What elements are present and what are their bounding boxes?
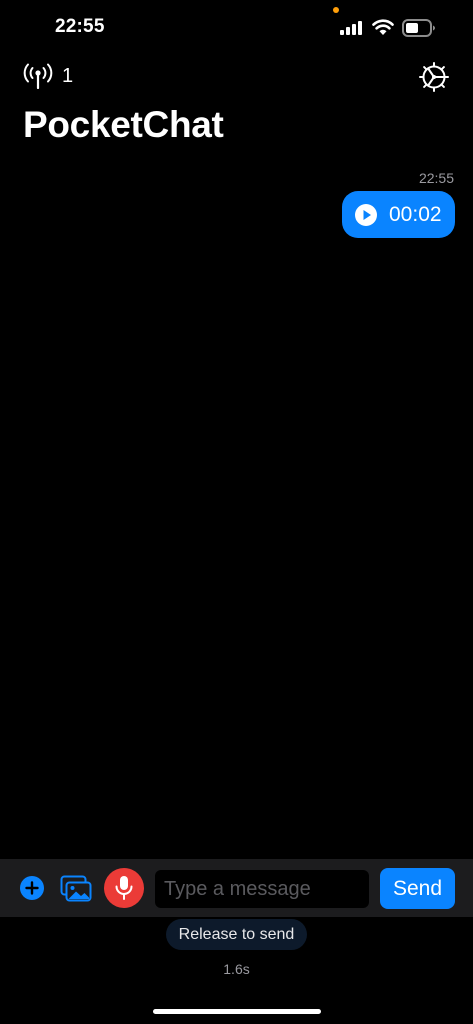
- battery-icon: [402, 19, 435, 37]
- app-title: PocketChat: [23, 104, 224, 145]
- gear-icon[interactable]: [418, 61, 450, 93]
- message-timestamp: 22:55: [418, 170, 454, 186]
- send-button[interactable]: Send: [380, 868, 455, 909]
- privacy-indicator-dot: [333, 7, 339, 13]
- photo-library-icon[interactable]: [60, 875, 92, 903]
- recording-elapsed-time: 1.6s: [223, 961, 250, 977]
- microphone-icon: [115, 876, 133, 900]
- voice-message-bubble[interactable]: 00:02: [342, 191, 455, 238]
- peer-count: 1: [62, 65, 74, 87]
- play-icon[interactable]: [354, 203, 378, 227]
- voice-duration: 00:02: [389, 202, 442, 226]
- cellular-signal-icon: [340, 21, 362, 35]
- antenna-broadcast-icon[interactable]: [23, 63, 53, 89]
- home-indicator[interactable]: [153, 1009, 321, 1014]
- status-time: 22:55: [55, 16, 105, 37]
- record-voice-button[interactable]: [104, 868, 144, 908]
- wifi-icon: [372, 19, 394, 35]
- plus-circle-icon[interactable]: [20, 876, 44, 900]
- release-to-send-hint: Release to send: [166, 919, 307, 950]
- message-input[interactable]: [155, 870, 369, 908]
